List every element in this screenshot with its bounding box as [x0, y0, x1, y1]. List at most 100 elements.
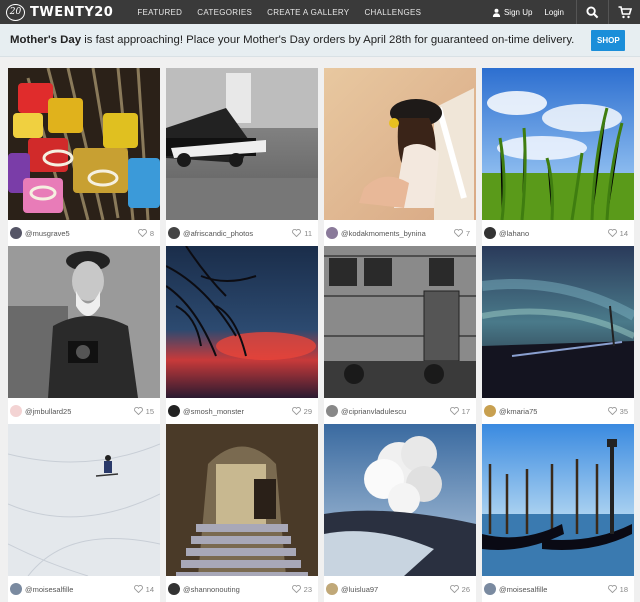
- heart-icon: [292, 229, 302, 237]
- photo-old-man[interactable]: [8, 246, 160, 398]
- heart-icon: [137, 229, 147, 237]
- like-count[interactable]: 8: [137, 228, 154, 238]
- photo-card[interactable]: @kodakmoments_bynina 7: [324, 68, 476, 246]
- like-count-value: 15: [145, 406, 154, 416]
- username-link[interactable]: @afriscandic_photos: [183, 229, 253, 238]
- shop-button[interactable]: SHOP: [591, 29, 626, 51]
- photo-meta: @kmaria75 35: [482, 398, 634, 424]
- like-count[interactable]: 7: [453, 228, 470, 238]
- like-count[interactable]: 17: [449, 407, 470, 416]
- like-count-value: 23: [303, 584, 312, 594]
- search-button[interactable]: [576, 0, 608, 24]
- avatar[interactable]: [168, 405, 180, 417]
- photo-skateboard[interactable]: [166, 68, 318, 220]
- photo-card[interactable]: @jmbullard25 15: [8, 246, 160, 424]
- avatar[interactable]: [484, 405, 496, 417]
- photo-skier-snow[interactable]: [8, 424, 160, 576]
- avatar[interactable]: [484, 583, 496, 595]
- avatar[interactable]: [10, 227, 22, 239]
- like-count-value: 18: [619, 584, 628, 594]
- photo-train-car[interactable]: [324, 246, 476, 398]
- heart-icon: [133, 407, 143, 415]
- cart-button[interactable]: [608, 0, 640, 24]
- cart-icon: [618, 5, 632, 18]
- photo-motion-road[interactable]: [482, 246, 634, 398]
- avatar[interactable]: [326, 405, 338, 417]
- heart-icon: [291, 407, 301, 415]
- username-link[interactable]: @shannonouting: [183, 585, 240, 594]
- avatar[interactable]: [326, 227, 338, 239]
- like-count[interactable]: 23: [291, 584, 312, 594]
- photo-card[interactable]: @musgrave5 8: [8, 68, 160, 246]
- like-count-value: 8: [149, 228, 154, 238]
- nav-challenges[interactable]: CHALLENGES: [364, 8, 421, 17]
- photo-meta: @kodakmoments_bynina 7: [324, 220, 476, 246]
- photo-venice-gondolas[interactable]: [482, 424, 634, 576]
- photo-stone-stairs[interactable]: [166, 424, 318, 576]
- photo-card[interactable]: @kmaria75 35: [482, 246, 634, 424]
- signup-link[interactable]: Sign Up: [492, 8, 532, 17]
- photo-card[interactable]: @afriscandic_photos 11: [166, 68, 318, 246]
- like-count[interactable]: 11: [292, 229, 312, 238]
- avatar[interactable]: [484, 227, 496, 239]
- username-link[interactable]: @ciprianvladulescu: [341, 407, 406, 416]
- like-count[interactable]: 15: [133, 406, 154, 416]
- like-count[interactable]: 18: [607, 584, 628, 594]
- heart-icon: [607, 407, 617, 415]
- promo-highlight: Mother's Day: [10, 34, 82, 46]
- avatar[interactable]: [168, 227, 180, 239]
- logo[interactable]: 20 TWENTY20: [0, 0, 113, 24]
- username-link[interactable]: @moisesalfille: [499, 585, 547, 594]
- like-count-value: 7: [465, 228, 470, 238]
- like-count-value: 11: [304, 228, 312, 238]
- promo-message: is fast approaching! Place your Mother's…: [81, 34, 575, 46]
- username-link[interactable]: @smosh_monster: [183, 407, 244, 416]
- username-link[interactable]: @kmaria75: [499, 407, 537, 416]
- like-count[interactable]: 29: [291, 407, 312, 416]
- avatar[interactable]: [326, 583, 338, 595]
- top-navigation: 20 TWENTY20 FEATURED CATEGORIES CREATE A…: [0, 0, 640, 24]
- logo-badge: 20: [6, 3, 25, 21]
- photo-card[interactable]: @luisluа97 26: [324, 424, 476, 602]
- promo-text: Mother's Day is fast approaching! Place …: [10, 34, 574, 46]
- login-link[interactable]: Login: [544, 8, 564, 17]
- photo-grass-sky[interactable]: [482, 68, 634, 220]
- photo-card[interactable]: @smosh_monster 29: [166, 246, 318, 424]
- nav-featured[interactable]: FEATURED: [137, 8, 182, 17]
- nav-create-gallery[interactable]: CREATE A GALLERY: [267, 8, 349, 17]
- username-link[interactable]: @moisesalfille: [25, 585, 73, 594]
- photo-girl-chair[interactable]: [324, 68, 476, 220]
- username-link[interactable]: @kodakmoments_bynina: [341, 229, 426, 238]
- photo-meta: @moisesalfille 14: [8, 576, 160, 602]
- photo-meta: @moisesalfille 18: [482, 576, 634, 602]
- username-link[interactable]: @musgrave5: [25, 229, 70, 238]
- avatar[interactable]: [10, 405, 22, 417]
- like-count[interactable]: 14: [133, 585, 154, 594]
- photo-padlocks[interactable]: [8, 68, 160, 220]
- like-count-value: 35: [619, 406, 628, 416]
- main-nav: FEATURED CATEGORIES CREATE A GALLERY CHA…: [137, 8, 436, 17]
- username-link[interactable]: @lahano: [499, 229, 529, 238]
- like-count[interactable]: 35: [607, 406, 628, 416]
- photo-card[interactable]: @lahano 14: [482, 68, 634, 246]
- username-link[interactable]: @luisluа97: [341, 585, 378, 594]
- like-count[interactable]: 14: [607, 229, 628, 238]
- photo-card[interactable]: @ciprianvladulescu 17: [324, 246, 476, 424]
- like-count[interactable]: 26: [449, 585, 470, 594]
- photo-sunset-branches[interactable]: [166, 246, 318, 398]
- photo-card[interactable]: @moisesalfille 14: [8, 424, 160, 602]
- heart-icon: [453, 229, 463, 237]
- nav-right: Sign Up Login: [492, 0, 640, 24]
- photo-volcano-eruption[interactable]: [324, 424, 476, 576]
- avatar[interactable]: [10, 583, 22, 595]
- heart-icon: [449, 407, 459, 415]
- nav-categories[interactable]: CATEGORIES: [197, 8, 252, 17]
- photo-meta: @jmbullard25 15: [8, 398, 160, 424]
- promo-banner: Mother's Day is fast approaching! Place …: [0, 24, 640, 57]
- username-link[interactable]: @jmbullard25: [25, 407, 71, 416]
- photo-card[interactable]: @moisesalfille 18: [482, 424, 634, 602]
- heart-icon: [607, 229, 617, 237]
- avatar[interactable]: [168, 583, 180, 595]
- photo-card[interactable]: @shannonouting 23: [166, 424, 318, 602]
- logo-text: TWENTY20: [30, 4, 114, 20]
